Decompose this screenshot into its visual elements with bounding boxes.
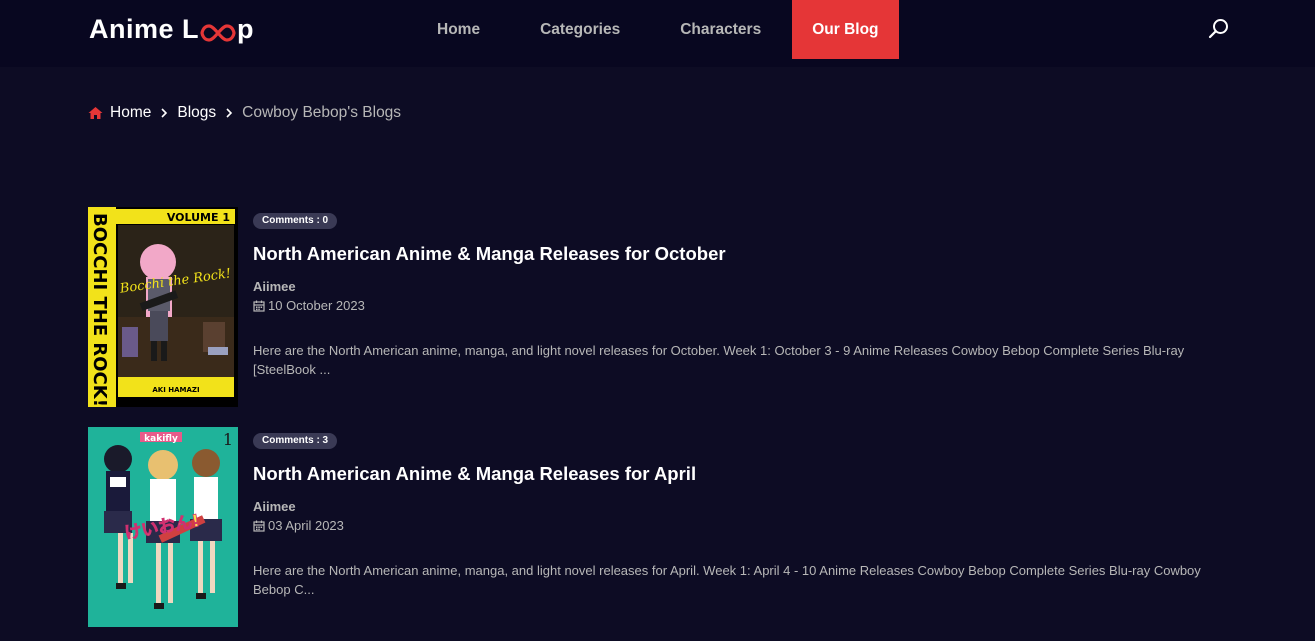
cover-volume-text: VOLUME 1	[167, 211, 230, 224]
chevron-right-icon	[226, 108, 233, 118]
nav-characters[interactable]: Characters	[650, 0, 791, 59]
calendar-icon	[253, 300, 265, 312]
blog-post: kakifly 1 けいおん! Comments : 3 North Ameri…	[88, 427, 1228, 627]
cover-author-text: AKI HAMAZI	[152, 386, 199, 394]
comments-badge: Comments : 0	[253, 213, 338, 229]
home-icon	[88, 107, 103, 119]
breadcrumb-current: Cowboy Bebop's Blogs	[242, 104, 402, 121]
nav-categories[interactable]: Categories	[510, 0, 650, 59]
post-author: Aiimee	[253, 279, 296, 294]
logo-text-start: Anime L	[89, 14, 200, 44]
cover-author-text: kakifly	[144, 434, 178, 444]
nav-our-blog[interactable]: Our Blog	[792, 0, 899, 59]
comments-badge: Comments : 3	[253, 433, 338, 449]
search-icon[interactable]	[1208, 17, 1230, 39]
cover-number-text: 1	[223, 430, 233, 449]
post-excerpt: Here are the North American anime, manga…	[253, 343, 1185, 377]
blog-post: VOLUME 1 BOCCHI THE ROCK! Bocchi the Roc…	[88, 207, 1228, 407]
post-date: 10 October 2023	[253, 298, 365, 313]
chevron-right-icon	[161, 108, 168, 118]
header: Anime L p Home Categories Characters Our…	[0, 0, 1315, 67]
calendar-icon	[253, 520, 265, 532]
post-title[interactable]: North American Anime & Manga Releases fo…	[253, 243, 726, 265]
breadcrumb-blogs[interactable]: Blogs	[177, 104, 216, 122]
cover-spine-text: BOCCHI THE ROCK!	[89, 213, 110, 407]
nav-home[interactable]: Home	[407, 0, 510, 59]
post-date: 03 April 2023	[253, 518, 344, 533]
logo[interactable]: Anime L p	[89, 14, 254, 45]
breadcrumb-home[interactable]: Home	[110, 104, 151, 122]
post-date-text: 03 April 2023	[268, 518, 344, 533]
bocchi-cover-image: VOLUME 1 BOCCHI THE ROCK! Bocchi the Roc…	[88, 207, 238, 407]
post-excerpt: Here are the North American anime, manga…	[253, 563, 1201, 597]
infinity-logo-icon	[200, 23, 236, 42]
post-thumbnail[interactable]: VOLUME 1 BOCCHI THE ROCK! Bocchi the Roc…	[88, 207, 238, 407]
breadcrumb: Home Blogs Cowboy Bebop's Blogs	[88, 104, 401, 122]
post-title[interactable]: North American Anime & Manga Releases fo…	[253, 463, 696, 485]
logo-text-end: p	[237, 14, 255, 44]
post-date-text: 10 October 2023	[268, 298, 365, 313]
post-thumbnail[interactable]: kakifly 1 けいおん!	[88, 427, 238, 627]
main-nav: Home Categories Characters Our Blog	[407, 0, 899, 59]
post-author: Aiimee	[253, 499, 296, 514]
k-on-cover-image: kakifly 1 けいおん!	[88, 427, 238, 627]
